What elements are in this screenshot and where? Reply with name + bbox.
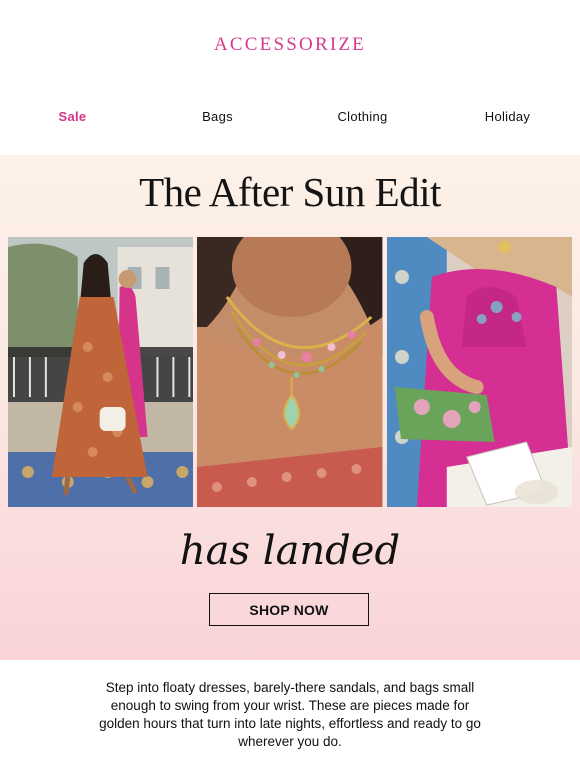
hero-photo-strip [8,237,572,507]
has-landed-script: has landed [0,520,580,585]
pink-dress-clutch-bag-photo[interactable] [386,237,572,507]
brand-logo[interactable]: ACCESSORIZE [214,34,366,56]
header: ACCESSORIZE [0,0,580,88]
nav-item-bags[interactable]: Bags [145,109,290,124]
woman-in-orange-dress-photo[interactable] [8,237,194,507]
hero-title: The After Sun Edit [139,169,441,215]
nav-item-sale[interactable]: Sale [0,109,145,124]
nav-item-clothing[interactable]: Clothing [290,109,435,124]
main-nav: Sale Bags Clothing Holiday [0,88,580,144]
hero-subtitle: has landed [180,528,400,574]
nav-item-holiday[interactable]: Holiday [435,109,580,124]
gemstone-necklace-photo[interactable] [197,237,383,507]
shop-now-button[interactable]: SHOP NOW [209,593,369,626]
body-copy: Step into floaty dresses, barely-there s… [99,680,481,749]
